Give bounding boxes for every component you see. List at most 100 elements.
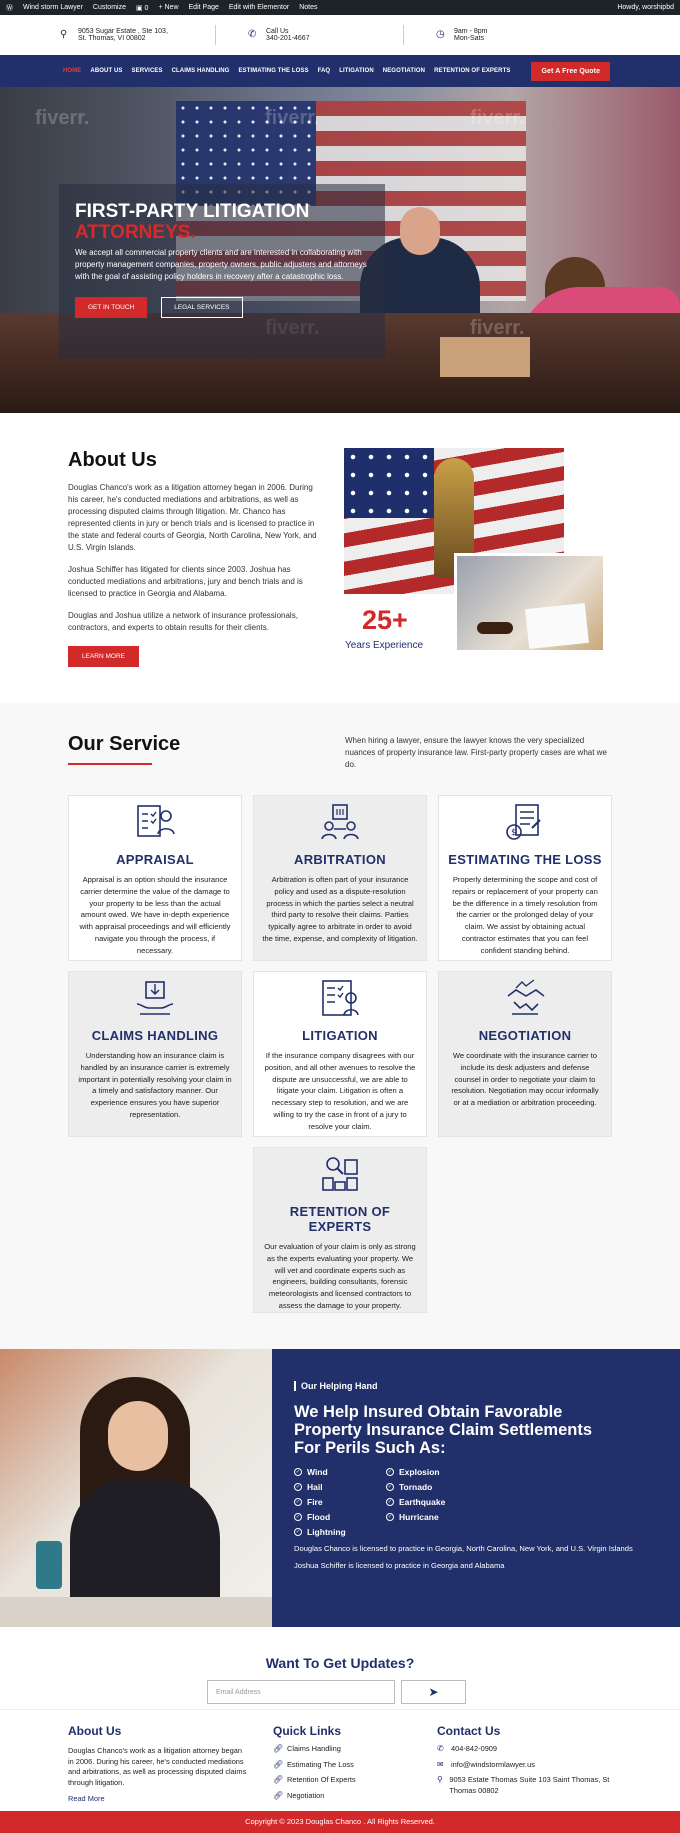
check-circle-icon: ✓ bbox=[386, 1513, 394, 1521]
hours-line-1: 9am - 8pm bbox=[454, 28, 488, 35]
service-card-claims-handling[interactable]: CLAIMS HANDLING Understanding how an ins… bbox=[68, 971, 242, 1137]
about-paragraph-1: Douglas Chanco's work as a litigation at… bbox=[68, 483, 317, 552]
hours-line-2: Mon-Sats bbox=[454, 35, 484, 42]
service-title: ARBITRATION bbox=[294, 852, 386, 867]
service-title: APPRAISAL bbox=[116, 852, 194, 867]
about-section: About Us Douglas Chanco's work as a liti… bbox=[0, 413, 680, 703]
quick-link[interactable]: 🔗︎ Negotiation bbox=[273, 1791, 413, 1802]
service-text: We coordinate with the insurance carrier… bbox=[451, 1051, 599, 1108]
legal-services-button[interactable]: LEGAL SERVICES bbox=[161, 297, 243, 318]
clock-icon: ◷ bbox=[436, 29, 445, 40]
service-title: ESTIMATING THE LOSS bbox=[448, 852, 602, 867]
service-text: Arbitration is often part of your insura… bbox=[262, 875, 418, 943]
negotiation-icon bbox=[507, 979, 545, 1015]
admin-new-label: New bbox=[164, 4, 179, 11]
nav-home[interactable]: HOME bbox=[63, 68, 81, 74]
about-paragraph-2: Joshua Schiffer has litigated for client… bbox=[68, 565, 303, 598]
phone-block[interactable]: ✆ Call Us 340-201-4667 bbox=[248, 28, 403, 42]
email-input[interactable]: Email Address bbox=[207, 1680, 395, 1704]
service-card-negotiation[interactable]: NEGOTIATION We coordinate with the insur… bbox=[438, 971, 612, 1137]
service-text: Understanding how an insurance claim is … bbox=[78, 1051, 232, 1119]
nav-faq[interactable]: FAQ bbox=[318, 68, 331, 74]
phone-icon: ✆ bbox=[248, 29, 257, 40]
wp-admin-bar: Ⓦ Wind storm Lawyer Customize ▣ 0 + New … bbox=[0, 0, 680, 15]
footer-about: About Us Douglas Chanco's work as a liti… bbox=[68, 1724, 248, 1806]
check-circle-icon: ✓ bbox=[386, 1498, 394, 1506]
services-section: Our Service When hiring a lawyer, ensure… bbox=[0, 703, 680, 1349]
peril-item: ✓ Hail bbox=[294, 1482, 323, 1492]
service-card-retention-of-experts[interactable]: RETENTION OF EXPERTS Our evaluation of y… bbox=[253, 1147, 427, 1313]
nav-litigation[interactable]: LITIGATION bbox=[339, 68, 374, 74]
service-card-estimating[interactable]: $ ESTIMATING THE LOSS Properly determini… bbox=[438, 795, 612, 961]
quick-link[interactable]: 🔗︎ Estimating The Loss bbox=[273, 1760, 413, 1771]
experts-icon bbox=[322, 1157, 358, 1191]
nav-negotiation[interactable]: NEGOTIATION bbox=[383, 68, 425, 74]
service-title: CLAIMS HANDLING bbox=[91, 1028, 219, 1043]
quick-link[interactable]: 🔗︎ Retention Of Experts bbox=[273, 1775, 413, 1786]
copyright-bar: Copyright © 2023 Douglas Chanco . All Ri… bbox=[0, 1811, 680, 1833]
service-text: Properly determining the scope and cost … bbox=[452, 875, 598, 955]
title-underline bbox=[68, 763, 152, 765]
call-label: Call Us bbox=[266, 28, 289, 35]
map-pin-icon: ⚲ bbox=[60, 29, 68, 40]
admin-site-name[interactable]: Wind storm Lawyer bbox=[23, 4, 83, 11]
contact-phone[interactable]: ✆ 404-842-0909 bbox=[437, 1744, 617, 1755]
link-icon: 🔗︎ bbox=[273, 1775, 284, 1784]
peril-item: ✓ Tornado bbox=[386, 1482, 433, 1492]
helping-title: We Help Insured Obtain Favorable Propert… bbox=[294, 1403, 593, 1457]
get-in-touch-button[interactable]: GET IN TOUCH bbox=[75, 297, 148, 318]
about-title: About Us bbox=[68, 449, 157, 471]
admin-edit-page[interactable]: Edit Page bbox=[189, 4, 219, 11]
nav-claims-handling[interactable]: CLAIMS HANDLING bbox=[172, 68, 230, 74]
hero-title: FIRST-PARTY LITIGATION bbox=[75, 201, 310, 222]
license-note-chanco: Douglas Chanco is licensed to practice i… bbox=[294, 1544, 633, 1553]
footer-quick-links: Quick Links 🔗︎ Claims Handling 🔗︎ Estimati… bbox=[273, 1724, 413, 1806]
newsletter-section: Want To Get Updates? Email Address ➤ bbox=[0, 1627, 680, 1709]
link-icon: 🔗︎ bbox=[273, 1744, 284, 1753]
learn-more-button[interactable]: LEARN MORE bbox=[68, 646, 139, 667]
phone-number[interactable]: 340-201-4667 bbox=[266, 35, 310, 42]
contact-topbar: ⚲ 9053 Sugar Estate , Ste 103, St. Thoma… bbox=[0, 15, 680, 55]
free-quote-button[interactable]: Get A Free Quote bbox=[531, 61, 611, 81]
admin-elementor[interactable]: Edit with Elementor bbox=[229, 4, 289, 11]
service-title: NEGOTIATION bbox=[478, 1028, 572, 1043]
contact-address: ⚲ 9053 Estate Thomas Suite 103 Saint Thom… bbox=[437, 1775, 610, 1795]
contact-email[interactable]: ✉ info@windstormlawyer.us bbox=[437, 1760, 617, 1771]
service-card-litigation[interactable]: LITIGATION If the insurance company disa… bbox=[253, 971, 427, 1137]
check-circle-icon: ✓ bbox=[386, 1468, 394, 1476]
check-circle-icon: ✓ bbox=[294, 1528, 302, 1536]
admin-comments[interactable]: ▣ 0 bbox=[136, 4, 148, 12]
nav-services[interactable]: SERVICES bbox=[132, 68, 163, 74]
service-card-appraisal[interactable]: APPRAISAL Appraisal is an option should … bbox=[68, 795, 242, 961]
peril-item: ✓ Explosion bbox=[386, 1467, 440, 1477]
admin-customize[interactable]: Customize bbox=[93, 4, 126, 11]
service-text: Our evaluation of your claim is only as … bbox=[264, 1242, 416, 1310]
appraisal-icon bbox=[137, 805, 175, 837]
link-icon: 🔗︎ bbox=[273, 1759, 284, 1769]
footer-about-title: About Us bbox=[68, 1724, 122, 1738]
services-title: Our Service bbox=[68, 733, 181, 755]
footer-about-text: Douglas Chanco's work as a litigation at… bbox=[68, 1746, 247, 1787]
quick-link[interactable]: 🔗︎ Claims Handling bbox=[273, 1744, 413, 1755]
litigation-icon bbox=[322, 980, 359, 1016]
hero-title-accent: ATTORNEYS. bbox=[75, 222, 196, 243]
service-card-arbitration[interactable]: ARBITRATION Arbitration is often part of… bbox=[253, 795, 427, 961]
footer: About Us Douglas Chanco's work as a liti… bbox=[0, 1709, 680, 1833]
admin-notes[interactable]: Notes bbox=[299, 4, 317, 11]
admin-new[interactable]: + New bbox=[158, 4, 178, 11]
read-more-link[interactable]: Read More bbox=[68, 1794, 105, 1803]
admin-greeting[interactable]: Howdy, worshipbd bbox=[617, 4, 674, 11]
phone-icon: ✆ bbox=[437, 1744, 444, 1753]
nav-about-us[interactable]: ABOUT US bbox=[90, 68, 122, 74]
check-circle-icon: ✓ bbox=[294, 1468, 302, 1476]
address-block: ⚲ 9053 Sugar Estate , Ste 103, St. Thoma… bbox=[60, 28, 215, 42]
helping-eyebrow: Our Helping Hand bbox=[294, 1381, 658, 1391]
nav-retention-of-experts[interactable]: RETENTION OF EXPERTS bbox=[434, 68, 510, 74]
wordpress-icon[interactable]: Ⓦ bbox=[6, 3, 13, 13]
check-circle-icon: ✓ bbox=[386, 1483, 394, 1491]
nav-estimating-the-loss[interactable]: ESTIMATING THE LOSS bbox=[238, 68, 308, 74]
send-button[interactable]: ➤ bbox=[401, 1680, 466, 1704]
service-title: RETENTION OF EXPERTS bbox=[289, 1204, 391, 1234]
hours-block: ◷ 9am - 8pm Mon-Sats bbox=[436, 28, 591, 42]
years-number: 25+ bbox=[362, 605, 408, 635]
